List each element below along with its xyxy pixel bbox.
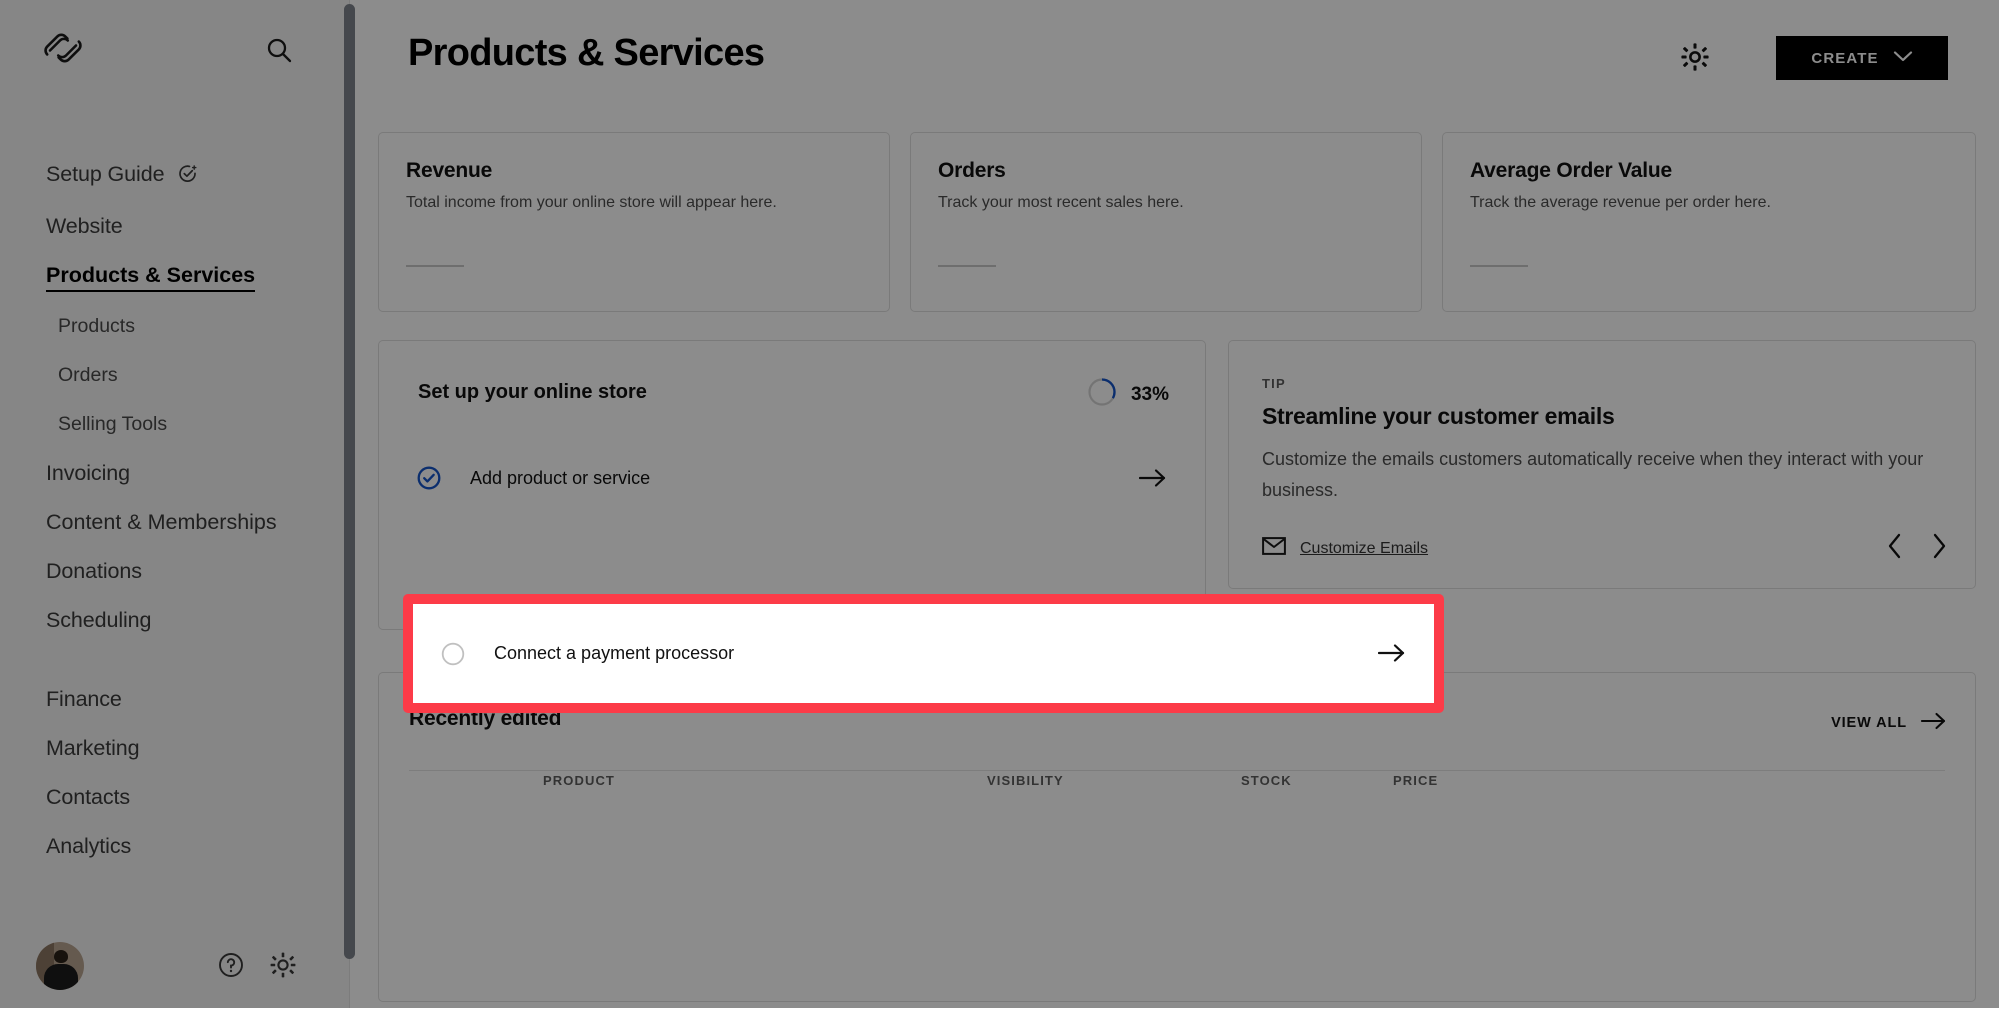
help-circle-icon[interactable] (218, 952, 244, 983)
sidebar-item-label: Selling Tools (58, 413, 167, 435)
arrow-right-icon[interactable] (1378, 642, 1406, 669)
stat-card-title: Revenue (406, 159, 492, 183)
create-button-label: CREATE (1811, 50, 1878, 67)
sidebar-item-label: Setup Guide (46, 162, 164, 186)
sidebar-item-label: Orders (58, 364, 118, 386)
sidebar-footer (0, 928, 349, 1014)
avatar-body (44, 964, 78, 990)
sidebar-item-analytics[interactable]: Analytics (0, 822, 349, 871)
stat-card-subtitle: Track the average revenue per order here… (1470, 194, 1771, 212)
squarespace-logo-icon[interactable] (44, 33, 82, 63)
checklist-item-label: Add product or service (470, 468, 650, 489)
stat-card-title: Orders (938, 159, 1006, 183)
setup-checklist-title: Set up your online store (418, 381, 647, 404)
chevron-right-icon[interactable] (1931, 533, 1947, 564)
sidebar-nav: Setup Guide Website Products & Services … (0, 150, 349, 871)
sidebar-item-products[interactable]: Products (0, 302, 349, 351)
gear-icon[interactable] (1681, 43, 1709, 76)
avatar-head (54, 950, 68, 963)
bottom-edge (0, 1008, 1999, 1014)
setup-checklist-card: Set up your online store 33% A (378, 340, 1206, 630)
stat-card-average-order-value: Average Order Value Track the average re… (1442, 132, 1976, 312)
sidebar-item-label: Invoicing (46, 461, 130, 485)
checklist-item-label: Connect a payment processor (494, 643, 734, 664)
sidebar-item-label: Marketing (46, 736, 140, 760)
search-icon[interactable] (265, 36, 293, 64)
page-title: Products & Services (408, 32, 764, 75)
recently-edited-divider (409, 770, 1945, 771)
stat-card-placeholder (938, 265, 996, 267)
setup-progress: 33% (1087, 377, 1169, 412)
sidebar-item-selling-tools[interactable]: Selling Tools (0, 400, 349, 449)
tip-eyebrow: TIP (1262, 376, 1286, 391)
sidebar-item-products-services[interactable]: Products & Services (0, 251, 349, 302)
arrow-right-icon[interactable] (1139, 467, 1167, 494)
app-root: Setup Guide Website Products & Services … (0, 0, 1999, 1014)
chevron-left-icon[interactable] (1887, 533, 1903, 564)
gear-icon[interactable] (270, 952, 296, 983)
progress-percent-label: 33% (1131, 384, 1169, 406)
column-header-product: PRODUCT (543, 773, 615, 788)
sidebar-item-invoicing[interactable]: Invoicing (0, 449, 349, 498)
circle-empty-icon (441, 642, 465, 666)
tip-card: TIP Streamline your customer emails Cust… (1228, 340, 1976, 589)
stat-card-subtitle: Track your most recent sales here. (938, 194, 1184, 212)
sidebar-header (0, 0, 349, 90)
checklist-item-add-product[interactable]: Add product or service (379, 441, 1205, 515)
arrow-right-icon (1921, 711, 1947, 735)
sparkle-check-icon (178, 153, 198, 202)
checklist-item-connect-payment-processor[interactable]: Connect a payment processor (413, 604, 1434, 703)
sidebar-item-orders[interactable]: Orders (0, 351, 349, 400)
sidebar-item-label: Analytics (46, 834, 131, 858)
sidebar-item-finance[interactable]: Finance (0, 675, 349, 724)
sidebar-scrollbar[interactable] (344, 4, 355, 959)
sidebar-item-label: Website (46, 214, 123, 238)
main-content: Products & Services CREATE (356, 0, 1999, 1014)
highlight-annotation-box: Connect a payment processor (403, 594, 1444, 713)
progress-ring-icon (1087, 377, 1117, 412)
column-header-stock: STOCK (1241, 773, 1292, 788)
tip-carousel-nav (1887, 533, 1947, 564)
stat-card-revenue: Revenue Total income from your online st… (378, 132, 890, 312)
stat-card-subtitle: Total income from your online store will… (406, 194, 777, 212)
view-all-button[interactable]: VIEW ALL (1831, 711, 1947, 735)
chevron-down-icon (1893, 50, 1913, 67)
customize-emails-link[interactable]: Customize Emails (1300, 540, 1428, 558)
sidebar-item-marketing[interactable]: Marketing (0, 724, 349, 773)
check-circle-filled-icon (417, 466, 441, 490)
column-header-price: PRICE (1393, 773, 1438, 788)
tip-body: Customize the emails customers automatic… (1262, 444, 1934, 506)
sidebar-item-label: Content & Memberships (46, 510, 277, 534)
stat-card-title: Average Order Value (1470, 159, 1672, 183)
sidebar-item-content-memberships[interactable]: Content & Memberships (0, 507, 349, 538)
recently-edited-card: Recently edited VIEW ALL PRODUCT VISIBIL… (378, 672, 1976, 1002)
stat-card-placeholder (1470, 265, 1528, 267)
column-header-visibility: VISIBILITY (987, 773, 1064, 788)
sidebar-item-scheduling[interactable]: Scheduling (0, 596, 349, 645)
sidebar-item-donations[interactable]: Donations (0, 547, 349, 596)
avatar[interactable] (36, 942, 84, 990)
sidebar-item-label: Scheduling (46, 608, 151, 632)
sidebar-item-setup-guide[interactable]: Setup Guide (0, 150, 349, 202)
tip-link-row[interactable]: Customize Emails (1262, 537, 1428, 560)
sidebar-item-label: Contacts (46, 785, 130, 809)
sidebar-item-label: Donations (46, 559, 142, 583)
stat-card-orders: Orders Track your most recent sales here… (910, 132, 1422, 312)
sidebar-divider-gap (0, 645, 349, 675)
envelope-icon (1262, 537, 1286, 560)
sidebar-item-contacts[interactable]: Contacts (0, 773, 349, 822)
sidebar-item-label: Finance (46, 687, 122, 711)
sidebar-item-website[interactable]: Website (0, 202, 349, 251)
stat-card-placeholder (406, 265, 464, 267)
sidebar-item-label: Products & Services (46, 263, 255, 292)
sidebar: Setup Guide Website Products & Services … (0, 0, 350, 1014)
view-all-label: VIEW ALL (1831, 715, 1907, 731)
sidebar-item-label: Products (58, 315, 135, 337)
tip-title: Streamline your customer emails (1262, 403, 1614, 430)
create-button[interactable]: CREATE (1776, 36, 1948, 80)
